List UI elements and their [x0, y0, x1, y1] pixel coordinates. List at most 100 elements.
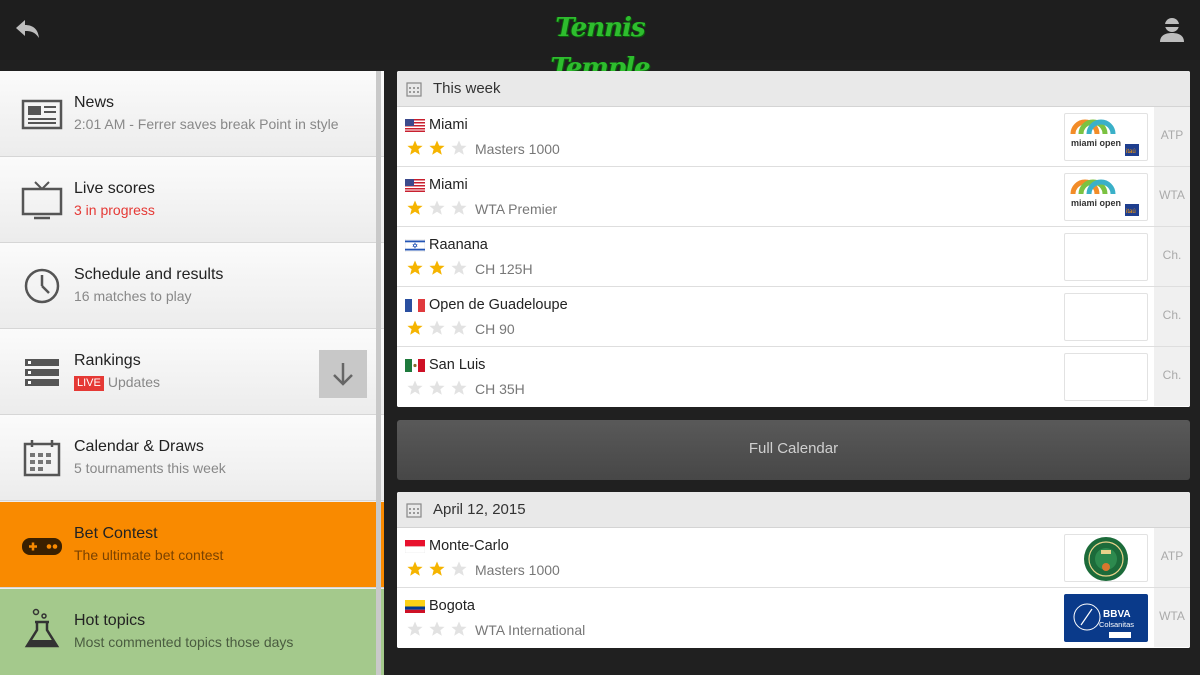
menu-item-subtitle: 16 matches to play [74, 288, 192, 304]
menu-item-subtitle: LIVE Updates [74, 374, 160, 391]
svg-text:miami open: miami open [1071, 198, 1121, 208]
tournament-row[interactable]: Miami Masters 1000 miami open itaú ATP [397, 107, 1190, 167]
tour-label-column: Ch. [1154, 287, 1190, 346]
newspaper-icon [21, 99, 63, 130]
menu-item-subtitle: The ultimate bet contest [74, 547, 224, 563]
miami-open-logo: miami open itaú [1064, 113, 1148, 161]
rating-stars [407, 260, 467, 275]
tournament-category: WTA Premier [475, 201, 558, 217]
star-icon [451, 320, 467, 335]
section-header: April 12, 2015 [397, 492, 1190, 528]
svg-text:Colsanitas: Colsanitas [1099, 620, 1134, 629]
tour-label-column: WTA [1154, 167, 1190, 226]
star-icon [429, 380, 445, 395]
tournament-category: CH 35H [475, 381, 525, 397]
star-icon [429, 320, 445, 335]
menu-item-title: Schedule and results [74, 266, 224, 283]
menu-item-subtitle: 5 tournaments this week [74, 460, 226, 476]
rating-stars [407, 621, 467, 636]
menu-item-hot-topics[interactable]: Hot topics Most commented topics those d… [0, 589, 384, 675]
menu-item-live-scores[interactable]: Live scores 3 in progress [0, 157, 384, 243]
menu-item-schedule[interactable]: Schedule and results 16 matches to play [0, 243, 384, 329]
tv-icon [21, 181, 63, 220]
star-icon [451, 260, 467, 275]
this-week-section: This week Miami Masters 1000 miami open … [397, 71, 1190, 407]
tour-label-column: ATP [1154, 528, 1190, 587]
menu-item-news[interactable]: News 2:01 AM - Ferrer saves break Point … [0, 71, 384, 157]
tour-label: Ch. [1162, 248, 1182, 262]
tournament-row[interactable]: Miami WTA Premier miami open itaú WTA [397, 167, 1190, 227]
svg-text:miami open: miami open [1071, 138, 1121, 148]
menu-item-title: Live scores [74, 180, 155, 197]
menu-item-title: Bet Contest [74, 525, 158, 542]
tournament-category: Masters 1000 [475, 141, 560, 157]
tournament-row[interactable]: Open de Guadeloupe CH 90 Ch. [397, 287, 1190, 347]
star-icon [451, 561, 467, 576]
star-icon [429, 621, 445, 636]
bbva-colsanitas-logo: BBVA Colsanitas [1064, 594, 1148, 642]
tour-label-column: ATP [1154, 107, 1190, 166]
section-header: This week [397, 71, 1190, 107]
tour-label-column: Ch. [1154, 227, 1190, 286]
rating-stars [407, 380, 467, 395]
svg-text:BBVA: BBVA [1103, 609, 1131, 620]
menu-item-title: Calendar & Draws [74, 438, 204, 455]
rating-stars [407, 320, 467, 335]
star-icon [407, 621, 423, 636]
tournament-name: Miami [429, 117, 468, 133]
calendar-icon [406, 82, 422, 97]
full-calendar-label: Full Calendar [748, 440, 839, 457]
monaco-flag-icon [405, 540, 425, 553]
us-flag-icon [405, 179, 425, 192]
star-icon [407, 561, 423, 576]
israel-flag-icon [405, 239, 425, 252]
tour-label: WTA [1159, 188, 1185, 202]
tournament-row[interactable]: Raanana CH 125H Ch. [397, 227, 1190, 287]
star-icon [407, 260, 423, 275]
star-icon [451, 200, 467, 215]
empty-logo-box [1064, 353, 1148, 401]
live-badge: LIVE [74, 376, 104, 391]
colombia-flag-icon [405, 600, 425, 613]
tournament-row[interactable]: San Luis CH 35H Ch. [397, 347, 1190, 407]
tour-label: WTA [1159, 609, 1185, 623]
menu-item-title: Hot topics [74, 612, 146, 629]
section-title: This week [433, 80, 501, 97]
april-section: April 12, 2015 Monte-Carlo Masters 1000 … [397, 492, 1190, 648]
menu-item-bet-contest[interactable]: Bet Contest The ultimate bet contest [0, 502, 384, 588]
tournament-name: Monte-Carlo [429, 538, 509, 554]
tour-label-column: Ch. [1154, 347, 1190, 406]
star-icon [429, 200, 445, 215]
menu-item-calendar[interactable]: Calendar & Draws 5 tournaments this week [0, 415, 384, 501]
full-calendar-button[interactable]: Full Calendar [397, 420, 1190, 480]
tournament-category: WTA International [475, 622, 586, 638]
star-icon [407, 140, 423, 155]
star-icon [407, 380, 423, 395]
expand-button[interactable] [319, 350, 367, 398]
tour-label: ATP [1160, 549, 1184, 563]
profile-button[interactable] [1156, 14, 1188, 46]
user-icon [1160, 18, 1184, 42]
app-logo: Tennis Temple [550, 13, 650, 83]
menu-item-rankings[interactable]: Rankings LIVE Updates [0, 329, 384, 415]
rating-stars [407, 140, 467, 155]
tournament-name: Raanana [429, 237, 488, 253]
tournament-row[interactable]: Monte-Carlo Masters 1000 ATP [397, 528, 1190, 588]
tour-label: Ch. [1162, 308, 1182, 322]
us-flag-icon [405, 119, 425, 132]
clock-icon [24, 268, 60, 304]
star-icon [451, 140, 467, 155]
arrow-down-icon [333, 363, 353, 386]
drawer-scrollbar[interactable] [376, 71, 381, 675]
empty-logo-box [1064, 293, 1148, 341]
menu-item-title: News [74, 94, 115, 111]
tournament-category: CH 90 [475, 321, 515, 337]
back-button[interactable] [8, 12, 44, 48]
monte-carlo-logo [1064, 534, 1148, 582]
star-icon [407, 320, 423, 335]
france-flag-icon [405, 299, 425, 312]
tournament-row[interactable]: Bogota WTA International BBVA Colsanitas… [397, 588, 1190, 648]
svg-text:itaú: itaú [1126, 149, 1136, 155]
calendar-icon [406, 503, 422, 518]
tour-label: ATP [1160, 128, 1184, 142]
